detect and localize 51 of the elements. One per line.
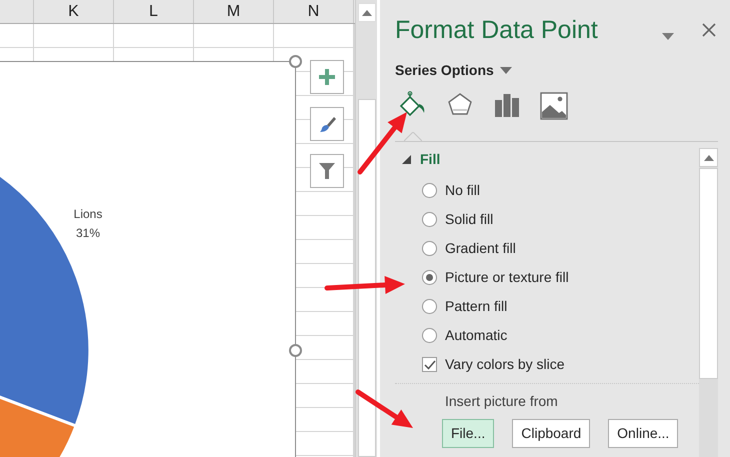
collapse-triangle-icon xyxy=(402,154,411,164)
radio-button[interactable] xyxy=(422,241,437,256)
annotation-arrow xyxy=(356,390,413,428)
radio-option[interactable]: Solid fill xyxy=(422,210,699,229)
radio-option[interactable]: Pattern fill xyxy=(422,297,699,316)
column-header[interactable]: K xyxy=(34,0,114,23)
radio-button[interactable] xyxy=(422,183,437,198)
filter-icon xyxy=(318,162,336,180)
checkmark-icon xyxy=(424,360,436,370)
resize-handle[interactable] xyxy=(289,344,302,357)
filter-button[interactable] xyxy=(310,154,344,188)
scrollbar[interactable] xyxy=(355,0,377,457)
close-icon xyxy=(702,22,716,37)
checkbox[interactable] xyxy=(422,357,437,372)
insert-button[interactable]: Online... xyxy=(608,419,678,448)
plus-button[interactable] xyxy=(310,60,344,94)
pane-title: Format Data Point xyxy=(395,15,598,46)
data-label: Lions 31% xyxy=(72,206,104,242)
scroll-thumb[interactable] xyxy=(358,99,376,457)
checkbox-option[interactable]: Vary colors by slice xyxy=(422,355,699,374)
resize-handle[interactable] xyxy=(289,55,302,68)
radio-option[interactable]: Automatic xyxy=(422,326,699,345)
plus-icon xyxy=(318,68,336,86)
section-header[interactable]: Fill xyxy=(395,148,440,170)
options-dropdown[interactable]: Series Options xyxy=(395,60,718,81)
radio-button[interactable] xyxy=(422,270,437,285)
paintbrush-button[interactable] xyxy=(310,107,344,141)
column-header[interactable]: N xyxy=(274,0,354,23)
scroll-up-button[interactable] xyxy=(699,148,718,167)
radio-option[interactable]: Gradient fill xyxy=(422,239,699,258)
radio-button[interactable] xyxy=(422,299,437,314)
caret-icon xyxy=(500,67,512,74)
annotation-arrow xyxy=(358,112,407,174)
radio-option[interactable]: No fill xyxy=(422,181,699,200)
pane-tab[interactable] xyxy=(539,91,569,121)
scroll-up-button[interactable] xyxy=(358,3,376,22)
radio-button[interactable] xyxy=(422,328,437,343)
caret-icon xyxy=(362,10,372,16)
insert-button[interactable]: Clipboard xyxy=(512,419,590,448)
radio-option[interactable]: Picture or texture fill xyxy=(422,268,699,287)
caret-icon xyxy=(662,33,674,40)
column-header[interactable]: M xyxy=(194,0,274,23)
image-icon xyxy=(539,91,569,121)
caret-icon xyxy=(704,154,714,160)
scrollbar[interactable] xyxy=(699,148,718,457)
insert-button[interactable]: File... xyxy=(442,419,494,448)
column-header[interactable]: L xyxy=(114,0,194,23)
paintbrush-icon xyxy=(318,116,336,132)
radio-button[interactable] xyxy=(422,212,437,227)
section-label: Insert picture from xyxy=(444,392,559,411)
scroll-thumb[interactable] xyxy=(699,168,718,379)
